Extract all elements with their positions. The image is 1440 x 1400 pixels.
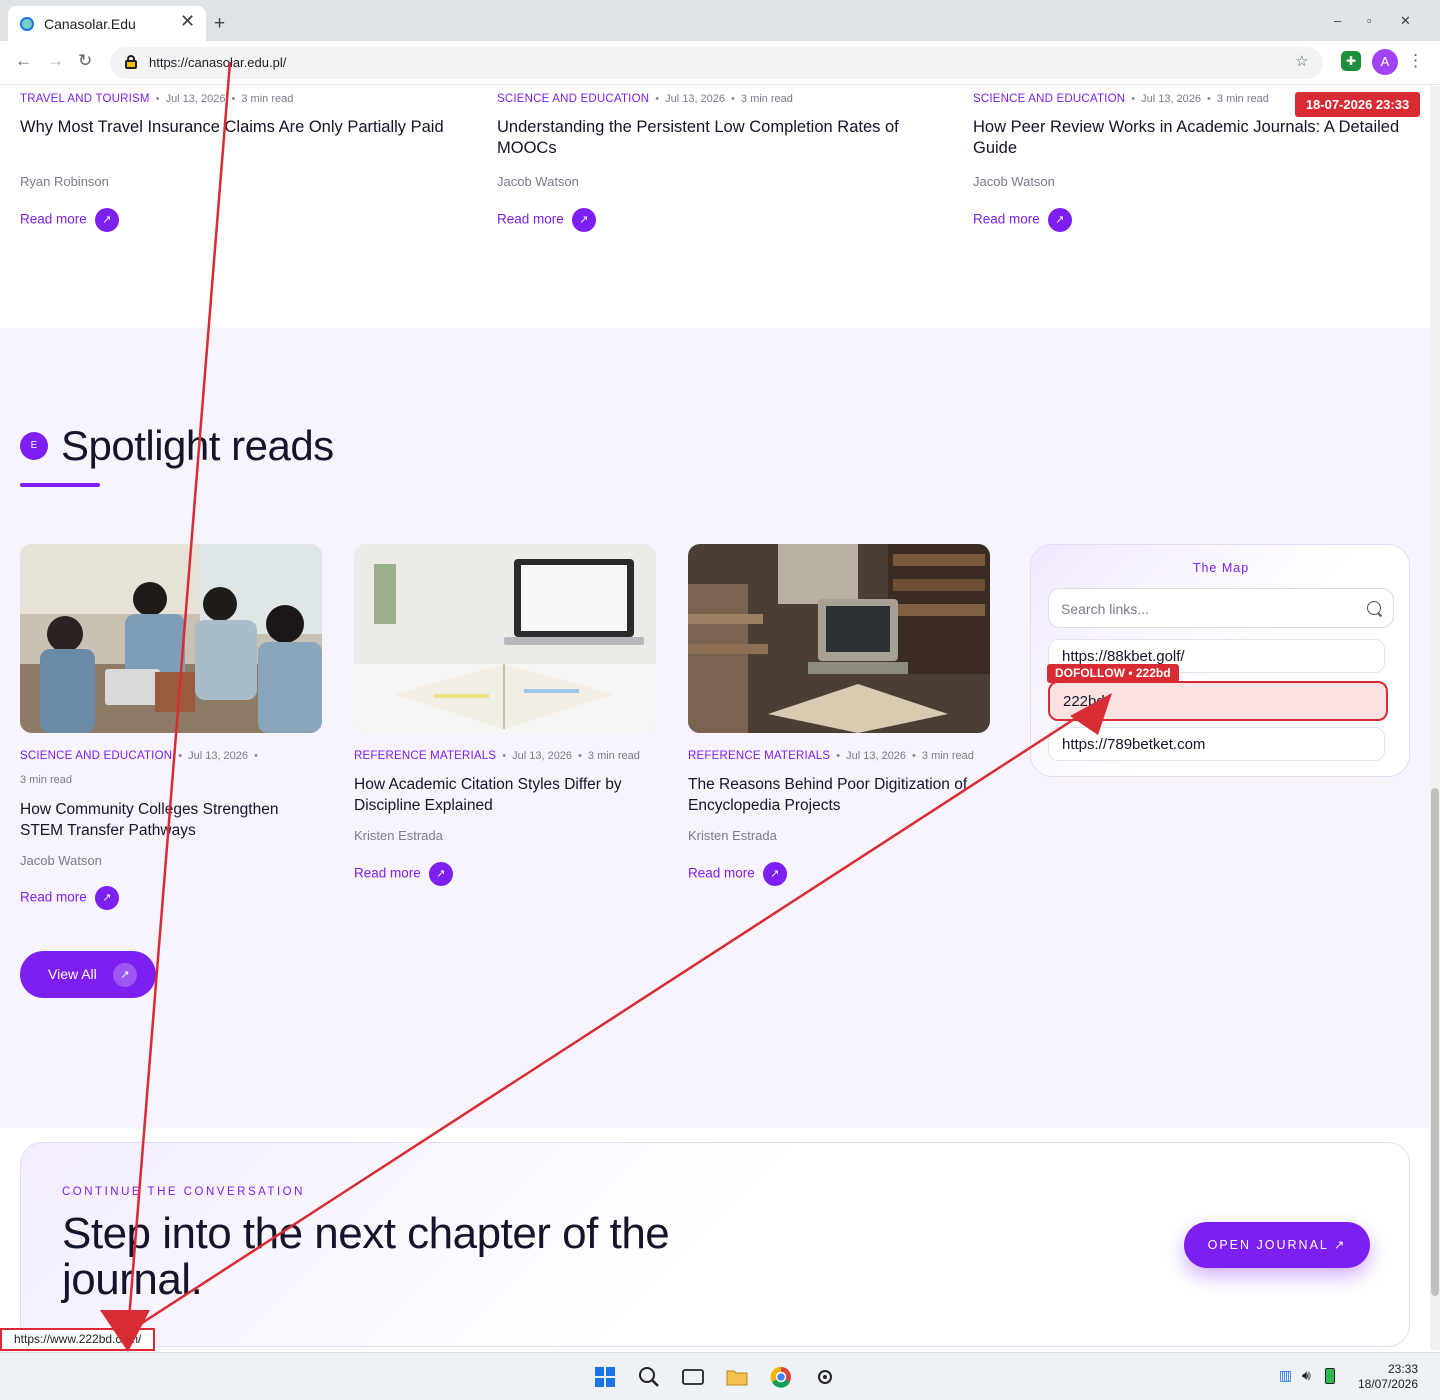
lock-icon[interactable] [125,55,137,69]
clock-time: 23:33 [1387,1362,1418,1376]
clock-date: 18/07/2026 [1357,1377,1418,1391]
article-title[interactable]: The Reasons Behind Poor Digitization of … [688,774,988,816]
clock[interactable]: 23:33 18/07/2026 [1352,1362,1418,1392]
extension-puzzle-icon[interactable]: ✚ [1341,51,1361,71]
view-all-label: View All [48,966,97,982]
minimize-button[interactable]: – [1334,13,1341,28]
article-author: Jacob Watson [973,174,1055,189]
article-title[interactable]: How Academic Citation Styles Differ by D… [354,774,654,816]
reload-button[interactable]: ↻ [78,51,92,71]
volume-icon[interactable]: 🔊︎ [1302,1367,1311,1384]
search-input[interactable]: Search links... [1048,588,1394,628]
cta-kicker: CONTINUE THE CONVERSATION [62,1186,305,1198]
article-read-time: 3 min read [20,774,72,786]
tab-strip: Canasolar.Edu ✕ + – ▫ ✕ [0,0,1440,41]
browser-menu-icon[interactable]: ⋮ [1407,51,1424,71]
map-link-item[interactable]: https://789betket.com [1048,727,1385,761]
article-author: Kristen Estrada [688,828,777,843]
browser-tab[interactable]: Canasolar.Edu ✕ [8,6,206,41]
close-window-button[interactable]: ✕ [1400,13,1411,29]
bookmark-star-icon[interactable]: ☆ [1295,52,1308,70]
back-button[interactable]: ← [15,51,32,71]
heading-underline [20,483,100,487]
timestamp-badge: 18-07-2026 23:33 [1295,92,1420,117]
section-heading: Spotlight reads [61,422,334,469]
read-more-link[interactable]: Read more ↗ [20,886,119,910]
article-author: Jacob Watson [497,174,579,189]
tab-title: Canasolar.Edu [44,16,136,32]
network-icon[interactable]: ▥ [1279,1367,1292,1384]
scrollbar-thumb[interactable] [1431,788,1439,1296]
article-title[interactable]: How Peer Review Works in Academic Journa… [973,117,1403,159]
article-author: Ryan Robinson [20,174,109,189]
globe-icon [20,17,34,31]
forward-button[interactable]: → [47,51,64,71]
read-more-link[interactable]: Read more ↗ [973,208,1072,232]
windows-start-icon[interactable] [594,1366,616,1388]
cta-panel: CONTINUE THE CONVERSATION Step into the … [20,1142,1410,1347]
article-author: Jacob Watson [20,853,102,868]
map-title: The Map [1192,561,1250,575]
arrow-up-right-icon: ↗ [571,208,596,232]
browser-toolbar: ← → ↻ https://canasolar.edu.pl/ ☆ ✚ A ⋮ [0,41,1440,85]
search-icon[interactable] [1367,601,1381,615]
article-image[interactable] [20,544,322,733]
article-title[interactable]: Why Most Travel Insurance Claims Are Onl… [20,117,450,138]
close-tab-icon[interactable]: ✕ [180,11,195,32]
arrow-up-right-icon: ↗ [113,963,137,987]
chrome-icon[interactable] [770,1366,792,1388]
url-text[interactable]: https://canasolar.edu.pl/ [149,55,286,70]
scrollbar[interactable] [1430,86,1440,1350]
arrow-up-right-icon: ↗ [428,862,453,886]
article-meta: REFERENCE MATERIALS • Jul 13, 2026 • 3 min r… [354,750,640,762]
article-meta: SCIENCE AND EDUCATION • Jul 13, 2026 • 3 min… [497,93,793,105]
arrow-up-right-icon: ↗ [762,862,787,886]
arrow-up-right-icon: ↗ [1047,208,1072,232]
map-widget: The Map Search links... https://88kbet.g… [1030,544,1410,777]
view-all-button[interactable]: View All ↗ [20,951,156,998]
section-badge: E [20,432,48,460]
task-view-icon[interactable] [682,1366,704,1388]
profile-avatar[interactable]: A [1372,49,1398,75]
status-bar-url: https://www.222bd.com/ [0,1328,156,1351]
settings-gear-icon[interactable] [814,1366,836,1388]
dofollow-label: DOFOLLOW • 222bd [1047,664,1179,683]
article-title[interactable]: Understanding the Persistent Low Complet… [497,117,937,159]
article-meta: SCIENCE AND EDUCATION • Jul 13, 2026 • [20,750,258,762]
read-more-link[interactable]: Read more ↗ [20,208,119,232]
article-meta: SCIENCE AND EDUCATION • Jul 13, 2026 • 3 min… [973,93,1269,105]
read-more-link[interactable]: Read more ↗ [354,862,453,886]
read-more-link[interactable]: Read more ↗ [497,208,596,232]
taskbar: ▥ 🔊︎ 23:33 18/07/2026 [0,1352,1440,1400]
cta-title: Step into the next chapter of the journa… [62,1209,670,1304]
address-bar[interactable]: https://canasolar.edu.pl/ ☆ [110,47,1323,79]
article-title[interactable]: How Community Colleges Strengthen STEM T… [20,799,320,841]
file-explorer-icon[interactable] [726,1366,748,1388]
screen: Canasolar.Edu ✕ + – ▫ ✕ ← → ↻ https://ca… [0,0,1440,1400]
map-link-item-highlighted[interactable]: 222bd [1048,681,1388,721]
new-tab-button[interactable]: + [214,14,225,33]
article-meta: TRAVEL AND TOURISM • Jul 13, 2026 • 3 min re… [20,93,294,105]
battery-icon[interactable] [1325,1368,1335,1384]
read-more-link[interactable]: Read more ↗ [688,862,787,886]
maximize-button[interactable]: ▫ [1367,13,1372,28]
article-image[interactable] [354,544,656,733]
article-image[interactable] [688,544,990,733]
search-icon[interactable] [638,1366,660,1388]
open-journal-button[interactable]: OPEN JOURNAL ↗ [1184,1222,1370,1268]
arrow-up-right-icon: ↗ [94,886,119,910]
page-content: TRAVEL AND TOURISM • Jul 13, 2026 • 3 min re… [0,86,1430,1350]
search-placeholder: Search links... [1061,601,1149,617]
article-meta: REFERENCE MATERIALS • Jul 13, 2026 • 3 min r… [688,750,974,762]
arrow-up-right-icon: ↗ [94,208,119,232]
article-author: Kristen Estrada [354,828,443,843]
